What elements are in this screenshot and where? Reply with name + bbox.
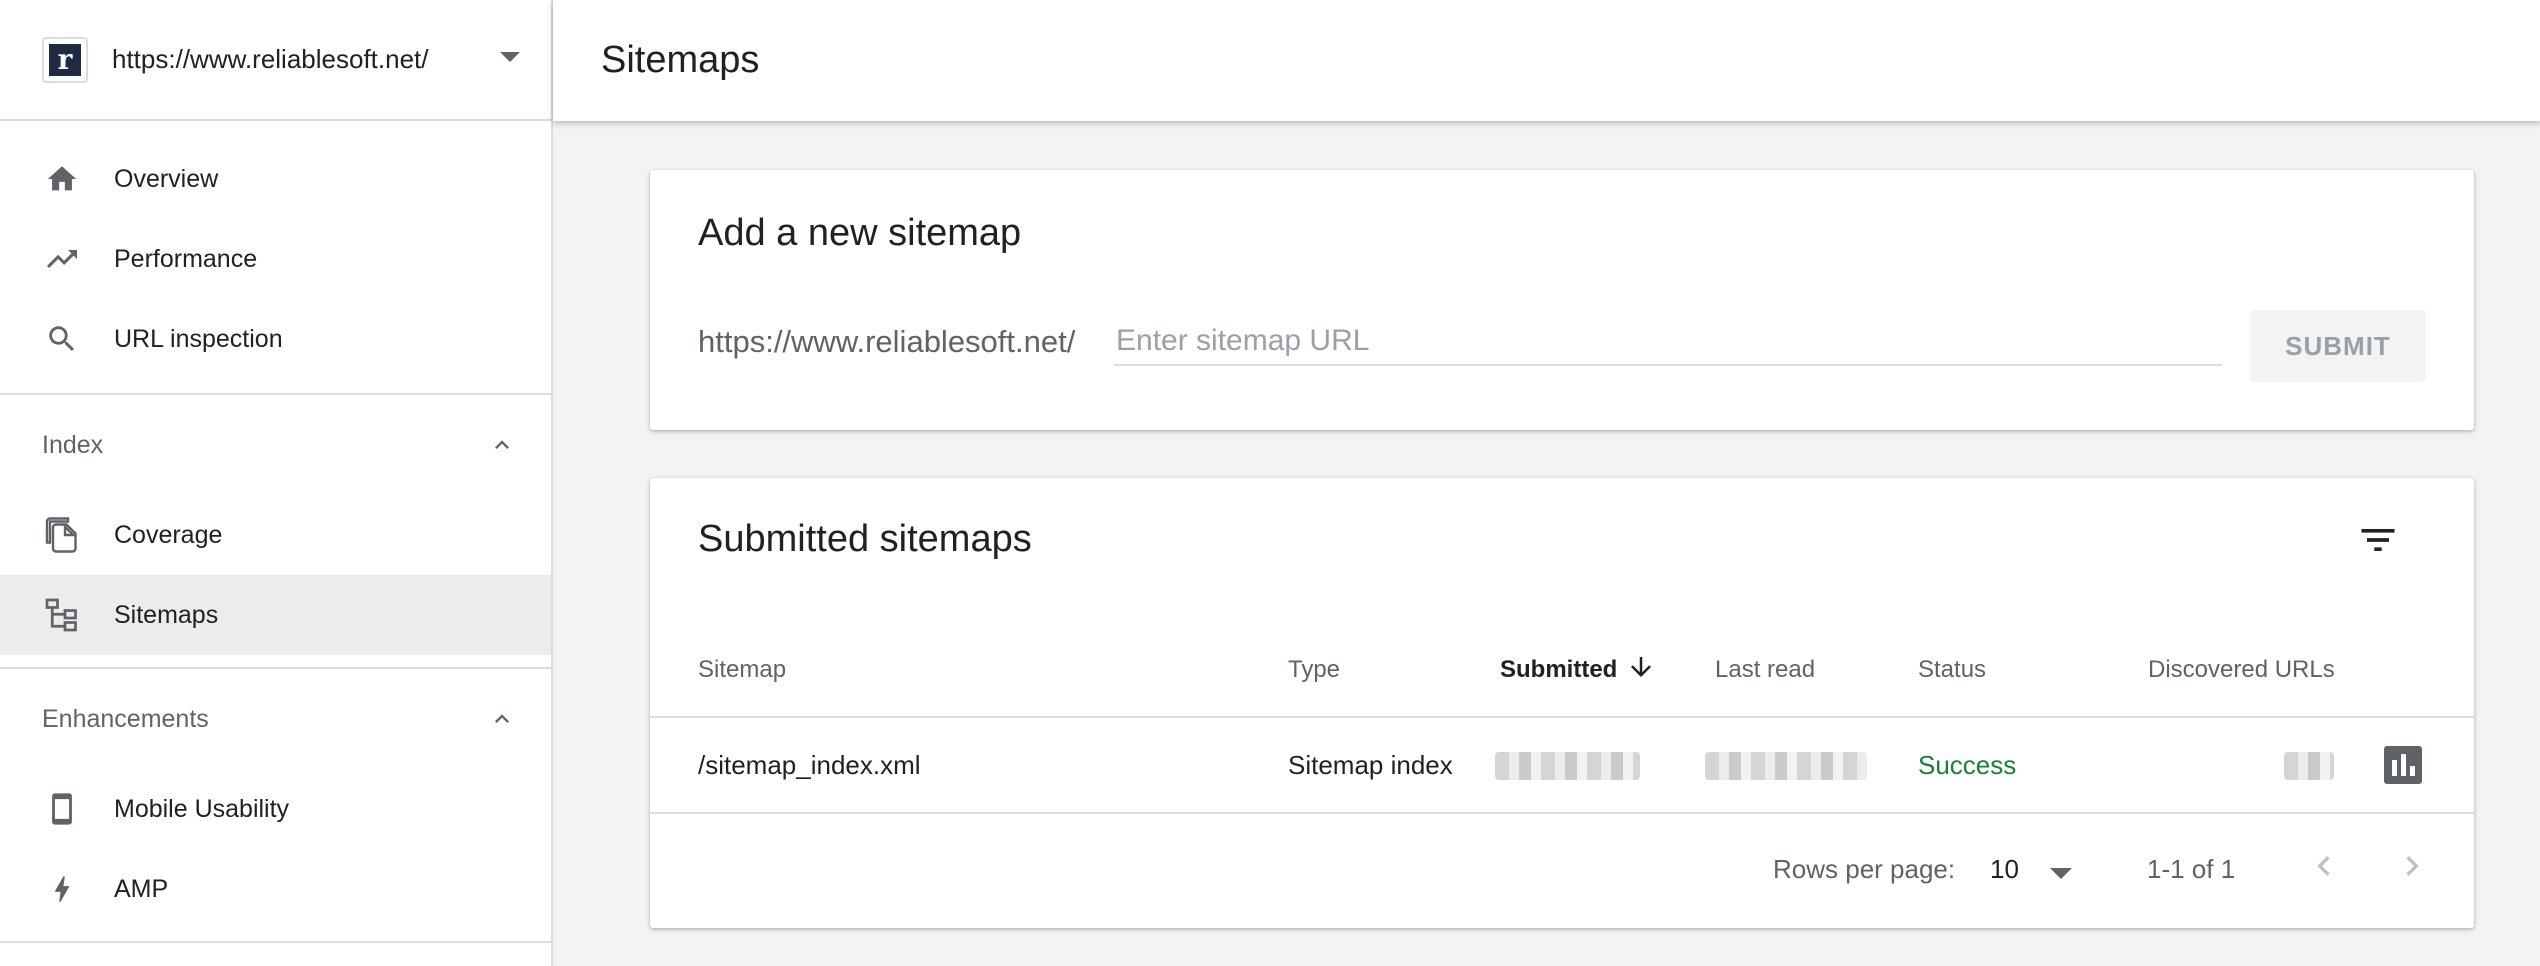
sidebar-item-performance[interactable]: Performance xyxy=(0,219,551,299)
sitemap-url-input[interactable] xyxy=(1114,318,2222,366)
sidebar-item-amp[interactable]: AMP xyxy=(0,849,551,929)
column-header-last-read[interactable]: Last read xyxy=(1715,656,1815,684)
logo-letter: r xyxy=(49,43,81,76)
chevron-up-icon[interactable] xyxy=(488,431,516,459)
status-badge: Success xyxy=(1918,750,2017,780)
property-logo: r xyxy=(42,36,88,83)
index-section-header[interactable]: Index xyxy=(0,395,551,495)
rows-per-page-caret-icon[interactable] xyxy=(2050,868,2072,879)
column-header-sitemap[interactable]: Sitemap xyxy=(698,656,786,684)
sidebar-item-url-inspection[interactable]: URL inspection xyxy=(0,299,551,379)
page-title: Sitemaps xyxy=(601,39,760,81)
submitted-date-redacted xyxy=(1495,752,1640,780)
chevron-left-icon[interactable] xyxy=(2304,846,2344,886)
chevron-up-icon[interactable] xyxy=(488,705,516,733)
column-header-type[interactable]: Type xyxy=(1288,656,1340,684)
sidebar-item-label: Mobile Usability xyxy=(114,794,290,823)
add-sitemap-title: Add a new sitemap xyxy=(698,212,1022,254)
submitted-sitemaps-card: Submitted sitemaps Sitemap Type Submitte… xyxy=(650,478,2474,928)
property-url: https://www.reliablesoft.net/ xyxy=(112,44,429,74)
top-bar: Sitemaps xyxy=(553,0,2540,121)
table-header: Sitemap Type Submitted Last read Status … xyxy=(650,618,2474,718)
section-title: Index xyxy=(42,430,104,459)
table-row[interactable]: /sitemap_index.xml Sitemap index Success xyxy=(650,718,2474,814)
sitemap-path[interactable]: /sitemap_index.xml xyxy=(698,750,921,781)
bar-chart-icon[interactable] xyxy=(2384,746,2422,784)
sidebar-item-label: Overview xyxy=(114,164,219,193)
last-read-date-redacted xyxy=(1705,752,1867,780)
chevron-right-icon[interactable] xyxy=(2392,846,2432,886)
submitted-sitemaps-title: Submitted sitemaps xyxy=(698,518,1032,560)
sidebar-item-sitemaps[interactable]: Sitemaps xyxy=(0,575,551,655)
sidebar-item-overview[interactable]: Overview xyxy=(0,139,551,219)
enhancements-section: Enhancements Mobile Usability AMP xyxy=(0,669,551,943)
submit-button[interactable]: SUBMIT xyxy=(2250,310,2426,382)
sitemap-url-prefix: https://www.reliablesoft.net/ xyxy=(698,324,1076,359)
sidebar-item-label: Performance xyxy=(114,244,258,273)
sidebar-item-label: URL inspection xyxy=(114,324,283,353)
nav-top-group: Overview Performance URL inspection xyxy=(0,121,551,395)
copy-pages-icon xyxy=(42,515,82,555)
filter-icon[interactable] xyxy=(2356,518,2400,562)
sitemap-tree-icon xyxy=(42,595,82,635)
smartphone-icon xyxy=(42,789,82,829)
index-section: Index Coverage Sitemaps xyxy=(0,395,551,669)
sidebar-item-coverage[interactable]: Coverage xyxy=(0,495,551,575)
column-header-submitted[interactable]: Submitted xyxy=(1500,656,1617,684)
trending-up-icon xyxy=(42,239,82,279)
add-sitemap-card: Add a new sitemap https://www.reliableso… xyxy=(650,170,2474,430)
enhancements-section-header[interactable]: Enhancements xyxy=(0,669,551,769)
sidebar-item-label: AMP xyxy=(114,874,169,903)
column-header-status[interactable]: Status xyxy=(1918,656,1986,684)
sidebar-item-label: Coverage xyxy=(114,520,223,549)
home-icon xyxy=(42,159,82,199)
sitemap-type: Sitemap index xyxy=(1288,750,1453,780)
sidebar-item-mobile-usability[interactable]: Mobile Usability xyxy=(0,769,551,849)
arrow-down-icon[interactable] xyxy=(1626,652,1656,682)
bolt-icon xyxy=(42,869,82,909)
rows-per-page-select[interactable]: 10 xyxy=(1990,854,2019,885)
sidebar: r https://www.reliablesoft.net/ Overview… xyxy=(0,0,553,966)
pagination-range: 1-1 of 1 xyxy=(2147,854,2236,884)
dropdown-caret-icon[interactable] xyxy=(500,52,520,62)
rows-per-page-label: Rows per page: xyxy=(1773,854,1956,884)
property-selector[interactable]: r https://www.reliablesoft.net/ xyxy=(0,0,551,121)
section-title: Enhancements xyxy=(42,704,209,733)
sidebar-item-label: Sitemaps xyxy=(114,600,219,629)
discovered-urls-redacted xyxy=(2284,752,2334,780)
column-header-discovered-urls[interactable]: Discovered URLs xyxy=(2148,656,2335,684)
search-icon xyxy=(42,319,82,359)
